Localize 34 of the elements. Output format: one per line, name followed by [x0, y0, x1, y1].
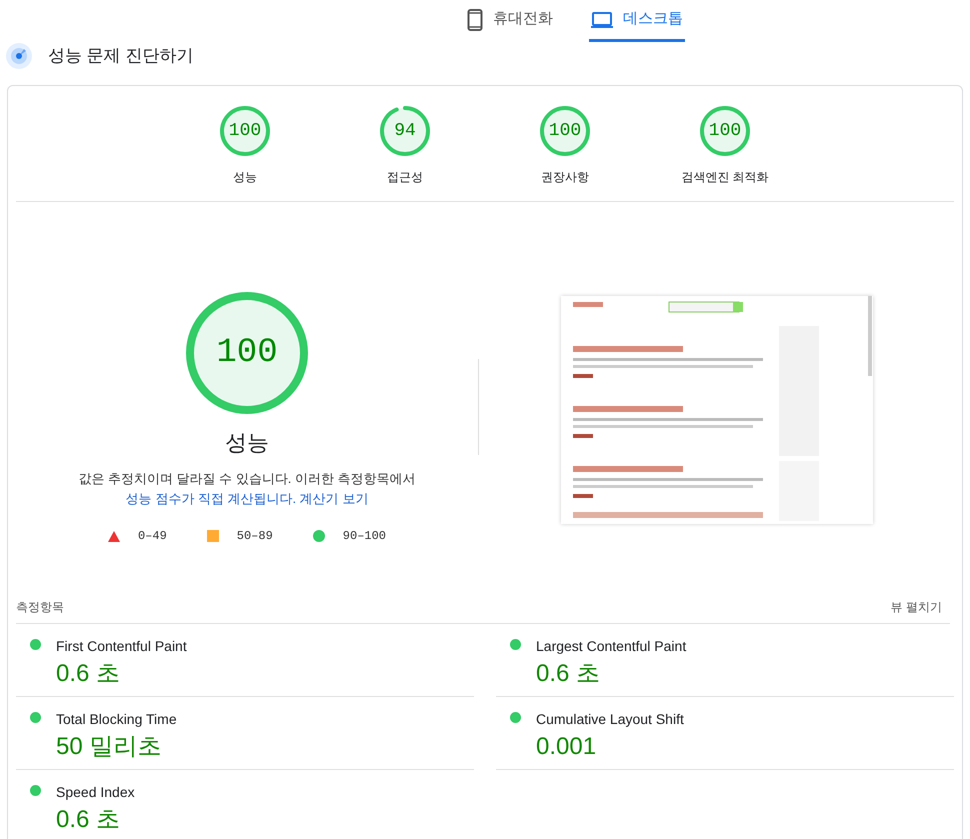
metric-value: 0.6 초	[56, 659, 122, 689]
score-label: 성능	[233, 169, 257, 186]
score-calc-link[interactable]: 성능 점수가 직접 계산됩니다.	[126, 491, 296, 506]
metric-name: Cumulative Layout Shift	[536, 710, 684, 729]
device-tab[interactable]: 휴대전화	[465, 0, 555, 42]
metrics-heading: 측정항목	[16, 598, 64, 616]
metric-name: First Contentful Paint	[56, 637, 187, 656]
metric-value: 0.6 초	[56, 805, 122, 835]
score-value: 100	[548, 120, 582, 142]
metric-name: Largest Contentful Paint	[536, 637, 686, 656]
legend-label: 50–89	[236, 528, 273, 545]
score-label: 권장사항	[541, 169, 589, 186]
score-label: 검색엔진 최적화	[681, 169, 769, 186]
diagnose-icon	[6, 43, 32, 69]
legend-label: 0–49	[138, 528, 167, 545]
metric-name: Speed Index	[56, 783, 135, 802]
device-tab[interactable]: 데스크톱	[589, 0, 685, 42]
metric-name: Total Blocking Time	[56, 710, 177, 729]
metric-value: 50 밀리초	[56, 732, 162, 762]
section-heading: 성능 문제 진단하기	[48, 45, 194, 68]
score-value: 94	[393, 120, 417, 142]
score-label: 접근성	[387, 169, 423, 186]
expand-view-button[interactable]: 뷰 펼치기	[890, 598, 942, 616]
laptop-icon	[591, 12, 613, 28]
metric-value: 0.6 초	[536, 659, 602, 689]
legend-label: 90–100	[342, 528, 386, 545]
phone-icon	[467, 8, 483, 30]
metric-value: 0.001	[536, 732, 598, 762]
score-value: 100	[228, 120, 262, 142]
score-description: 값은 추정치이며 달라질 수 있습니다. 이러한 측정항목에서 성능 점수가 직접 계산됩니다. 계산기 보기	[77, 470, 417, 508]
score-value: 100	[215, 332, 279, 374]
score-value: 100	[708, 120, 742, 142]
category-title: 성능	[225, 429, 269, 457]
calculator-link[interactable]: 계산기 보기	[300, 491, 368, 506]
